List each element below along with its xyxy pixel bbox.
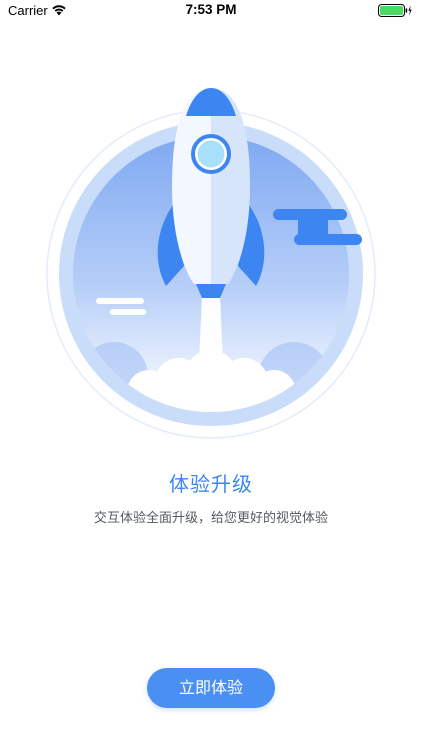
status-time: 7:53 PM <box>185 2 237 17</box>
battery-icon <box>378 4 412 17</box>
status-bar: Carrier 7:53 PM <box>0 0 422 22</box>
page-title: 体验升级 <box>169 472 253 496</box>
rocket-illustration <box>46 88 376 439</box>
try-now-button[interactable]: 立即体验 <box>147 668 275 708</box>
flame-trail <box>198 294 224 386</box>
page-subtitle: 交互体验全面升级，给您更好的视觉体验 <box>93 511 328 526</box>
